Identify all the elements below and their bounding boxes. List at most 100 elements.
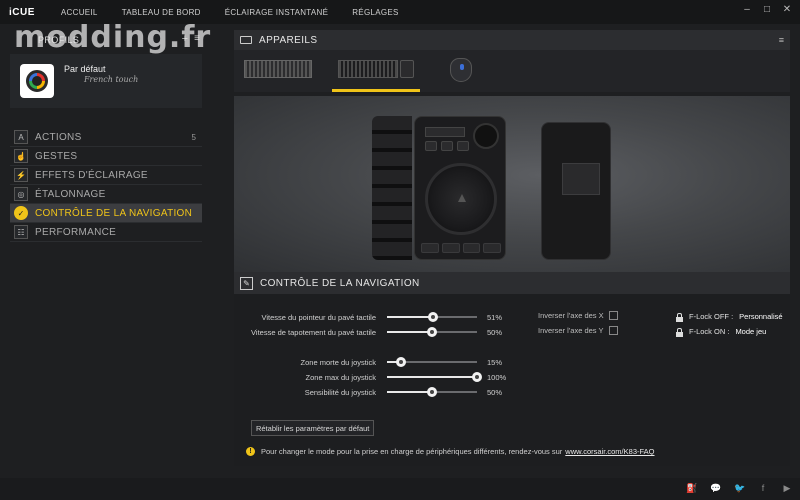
slider-thumb[interactable] [427,387,437,397]
menu-item-effets-eclairage[interactable]: ⚡ EFFETS D'ÉCLAIRAGE [10,166,202,185]
slider-value: 15% [487,357,503,367]
lightning-icon: ⚡ [14,168,28,182]
nav-accueil[interactable]: ACCUEIL [61,8,98,17]
info-row: ! Pour changer le mode pour la prise en … [246,447,655,456]
menu-item-actions[interactable]: A ACTIONS 5 [10,128,202,147]
invert-x-label: Inverser l'axe des X [538,311,604,320]
navigation-module-back-image [541,122,611,260]
lock-icon [676,327,683,337]
facebook-icon[interactable]: f [758,483,768,494]
slider-value: 100% [487,372,507,382]
device-keyboard[interactable] [242,54,314,86]
devices-title: APPAREILS [259,34,318,46]
slider-label: Sensibilité du joystick [304,387,376,397]
minimize-icon[interactable]: – [742,4,752,15]
flock-off-row: F-Lock OFF : Personnalisé [676,312,783,322]
slider-label: Vitesse de tapotement du pavé tactile [251,327,376,337]
navigation-module-image [414,116,506,260]
slider-thumb[interactable] [472,372,482,382]
joystick-deadzone-slider[interactable] [387,357,477,367]
invert-x-row: Inverser l'axe des X [538,311,618,320]
lock-icon [676,312,683,322]
menu-item-gestes[interactable]: ☝ GESTES [10,147,202,166]
touchpad-pointer-speed-slider[interactable] [387,312,477,322]
watermark: modding.fr [14,20,212,55]
flock-off-value[interactable]: Personnalisé [739,312,782,321]
main-nav: ACCUEIL TABLEAU DE BORD ÉCLAIRAGE INSTAN… [61,8,423,17]
menu-item-label: GESTES [35,150,78,162]
actions-icon: A [14,130,28,144]
joystick-max-zone-slider[interactable] [387,372,482,382]
scan-icon[interactable]: ⛽ [686,483,697,494]
icue-window: iCUE ACCUEIL TABLEAU DE BORD ÉCLAIRAGE I… [0,0,800,500]
slider-value: 50% [487,387,503,397]
app-brand: iCUE [9,6,35,18]
slider-row: Zone morte du joystick 15% [234,355,790,369]
menu-item-controle-navigation[interactable]: ✓ CONTRÔLE DE LA NAVIGATION [10,204,202,223]
window-controls: – □ ✕ [742,4,792,15]
navigation-control-header: ✎ CONTRÔLE DE LA NAVIGATION [234,272,790,294]
slider-thumb[interactable] [395,357,406,367]
menu-item-label: ACTIONS [35,131,82,143]
keyboard-edge-image [372,116,412,260]
navigation-control-panel: ✎ CONTRÔLE DE LA NAVIGATION Vitesse du p… [234,272,790,466]
profile-subtitle: French touch [84,75,139,84]
device-mouse[interactable] [444,54,478,86]
info-icon: ! [246,447,255,456]
footer-icons: ⛽ 💬 🐦 f ▶ [686,483,792,494]
invert-y-label: Inverser l'axe des Y [538,326,604,335]
info-text: Pour changer le mode pour la prise en ch… [261,447,563,456]
device-keyboard-nav-module[interactable] [332,54,420,92]
corsair-logo-icon [425,163,497,235]
devices-panel: APPAREILS ≡ [234,30,790,92]
menu-item-etalonnage[interactable]: ◎ ÉTALONNAGE [10,185,202,204]
menu-item-label: ÉTALONNAGE [35,188,106,200]
youtube-icon[interactable]: ▶ [782,483,792,494]
profile-card[interactable]: Par défaut French touch [10,54,202,108]
edit-icon: ✎ [240,276,253,290]
reset-defaults-button[interactable]: Rétablir les paramètres par défaut [251,420,375,436]
touchpad-tap-speed-slider[interactable] [387,327,477,337]
navigation-control-title: CONTRÔLE DE LA NAVIGATION [260,277,420,289]
keyboard-icon [240,36,252,44]
navigation-check-icon: ✓ [14,206,28,220]
close-icon[interactable]: ✕ [782,4,792,15]
invert-y-row: Inverser l'axe des Y [538,326,618,335]
maximize-icon[interactable]: □ [762,4,772,15]
gesture-icon: ☝ [14,149,28,163]
twitter-icon[interactable]: 🐦 [734,483,745,494]
slider-label: Zone morte du joystick [300,357,376,367]
flock-on-value[interactable]: Mode jeu [735,327,766,336]
menu-item-label: PERFORMANCE [35,226,117,238]
selected-device-indicator [332,89,420,92]
menu-item-label: CONTRÔLE DE LA NAVIGATION [35,207,193,219]
invert-x-checkbox[interactable] [608,311,618,320]
slider-label: Zone max du joystick [305,372,376,382]
slider-thumb[interactable] [427,312,438,322]
faq-link[interactable]: www.corsair.com/K83-FAQ [565,447,654,456]
icue-profile-icon [20,64,54,98]
flock-off-label: F-Lock OFF : [689,312,734,321]
menu-item-label: EFFETS D'ÉCLAIRAGE [35,169,148,181]
slider-value: 50% [487,327,503,337]
nav-eclairage-instantane[interactable]: ÉCLAIRAGE INSTANTANÉ [225,8,329,17]
menu-item-count: 5 [191,132,196,142]
menu-item-performance[interactable]: ☷ PERFORMANCE [10,223,202,242]
performance-icon: ☷ [14,225,28,239]
device-preview [234,96,790,272]
slider-row: Zone max du joystick 100% [234,370,790,384]
devices-menu-icon[interactable]: ≡ [779,35,784,45]
chat-icon[interactable]: 💬 [710,483,721,494]
flock-on-row: F-Lock ON : Mode jeu [676,327,766,337]
invert-y-checkbox[interactable] [608,326,618,335]
devices-header: APPAREILS ≡ [234,30,790,50]
nav-reglages[interactable]: RÉGLAGES [352,8,398,17]
slider-value: 51% [487,312,503,322]
slider-label: Vitesse du pointeur du pavé tactile [261,312,376,322]
joystick-sensitivity-slider[interactable] [387,387,477,397]
slider-row: Sensibilité du joystick 50% [234,385,790,399]
profile-menu: A ACTIONS 5 ☝ GESTES ⚡ EFFETS D'ÉCLAIRAG… [10,128,202,242]
nav-tableau-de-bord[interactable]: TABLEAU DE BORD [122,8,201,17]
footer-bar: ⛽ 💬 🐦 f ▶ [0,478,800,500]
slider-thumb[interactable] [427,327,437,337]
